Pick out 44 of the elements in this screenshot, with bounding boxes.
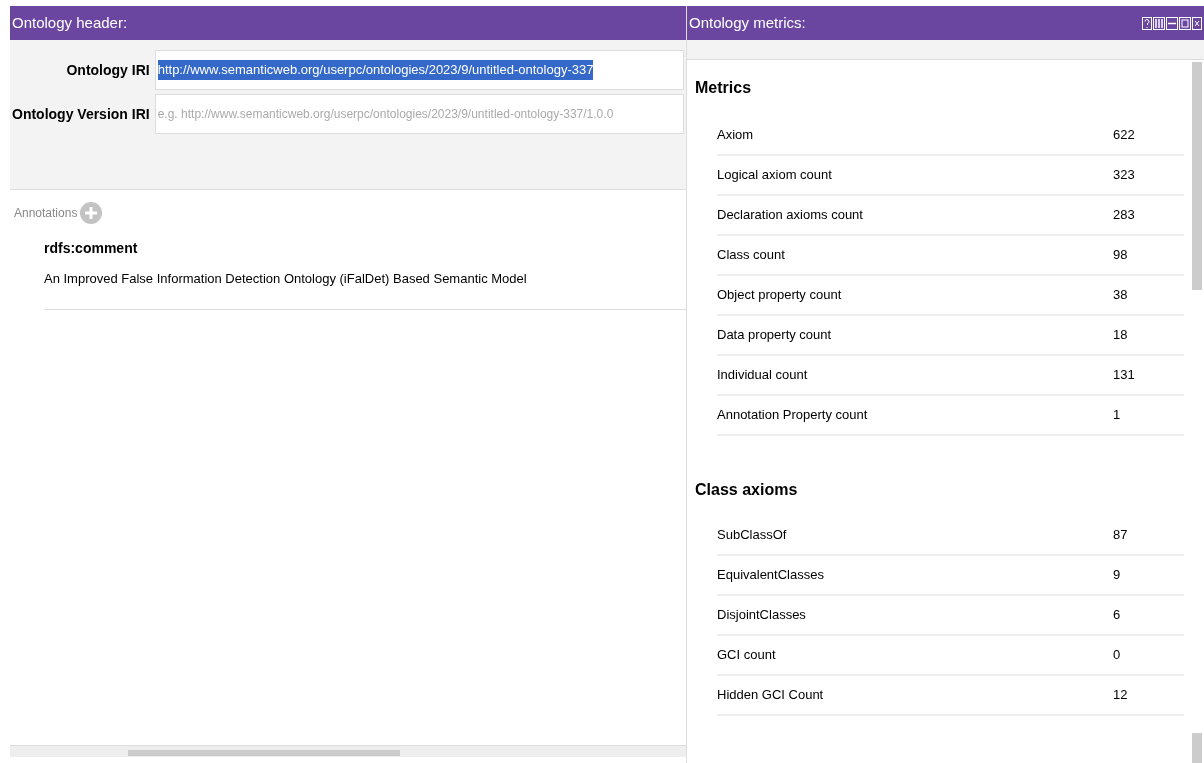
section-heading: Metrics (695, 78, 752, 98)
panel-title: Ontology header: (12, 12, 128, 33)
split-horizontal-icon[interactable] (1166, 16, 1178, 30)
section-heading: Class axioms (695, 480, 798, 500)
metric-name: EquivalentClasses (717, 566, 825, 585)
iri-field[interactable]: http://www.semanticweb.org/userpc/ontologies/2023/9/untitled-ontology-337 (154, 50, 684, 90)
metric-name: Hidden GCI Count (717, 686, 825, 705)
metric-value: 1 (1113, 406, 1121, 425)
metric-name: Declaration axioms count (717, 206, 864, 225)
metric-name: Annotation Property count (717, 406, 869, 425)
scrollbar-thumb[interactable] (128, 750, 400, 756)
close-icon[interactable] (1192, 16, 1202, 30)
metric-value: 38 (1113, 286, 1128, 305)
metric-name: Individual count (717, 366, 809, 385)
metric-value: 98 (1113, 246, 1128, 265)
scrollbar-thumb[interactable] (1192, 733, 1202, 763)
metric-value: 12 (1113, 686, 1128, 705)
metric-value: 323 (1113, 166, 1135, 185)
metric-value: 0 (1113, 646, 1121, 665)
metric-name: Class count (717, 246, 786, 265)
metric-name: Data property count (717, 326, 833, 345)
metric-value: 87 (1113, 526, 1128, 545)
panel-title: Ontology metrics: (689, 12, 807, 33)
metric-name: Object property count (717, 286, 843, 305)
metric-value: 6 (1113, 606, 1121, 625)
metric-value: 131 (1113, 366, 1135, 385)
annotation-property: rdfs:comment (44, 239, 138, 258)
annotations-label: Annotations (14, 205, 78, 222)
metric-name: DisjointClasses (717, 606, 807, 625)
help-icon[interactable] (1142, 16, 1152, 30)
metric-name: GCI count (717, 646, 777, 665)
scrollbar-thumb[interactable] (1192, 62, 1202, 290)
metric-name: Logical axiom count (717, 166, 833, 185)
field-label: Ontology Version IRI (11, 104, 150, 124)
metric-name: SubClassOf (717, 526, 788, 545)
split-vertical-icon[interactable] (1153, 16, 1165, 30)
maximize-icon[interactable] (1179, 16, 1191, 30)
field-label: Ontology IRI (65, 60, 150, 80)
metric-value: 18 (1113, 326, 1128, 345)
metric-value: 283 (1113, 206, 1135, 225)
metric-value: 622 (1113, 126, 1135, 145)
metric-value: 9 (1113, 566, 1121, 585)
metric-name: Axiom (717, 126, 755, 145)
annotation-value: An Improved False Information Detection Ontology (iFalDet) Based Semantic Model (44, 270, 527, 288)
